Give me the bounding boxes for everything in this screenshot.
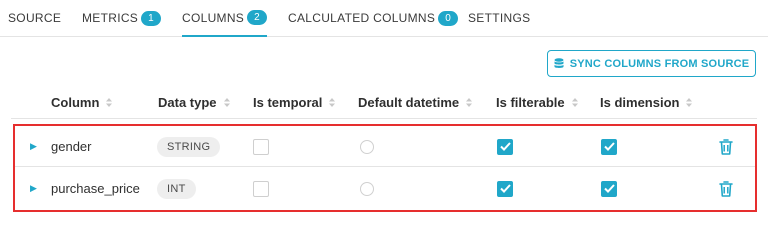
is-dimension-checkbox[interactable] — [601, 180, 617, 197]
trash-icon — [719, 138, 733, 155]
tab-calculated-columns-label: CALCULATED COLUMNS — [288, 11, 436, 25]
header-column[interactable]: Column — [51, 87, 113, 117]
tab-settings-label: SETTINGS — [468, 11, 531, 25]
tab-columns[interactable]: COLUMNS 2 — [182, 0, 268, 37]
header-is-filterable[interactable]: Is filterable — [496, 87, 578, 117]
header-data-type-label: Data type — [158, 94, 217, 110]
column-name: gender — [51, 139, 92, 154]
header-default-datetime[interactable]: Default datetime — [358, 87, 473, 117]
data-type-pill: INT — [157, 178, 196, 199]
sort-icon — [466, 97, 473, 107]
sync-columns-button[interactable]: SYNC COLUMNS FROM SOURCE — [547, 50, 756, 77]
header-column-label: Column — [51, 94, 100, 110]
tab-calculated-columns[interactable]: CALCULATED COLUMNS 0 — [288, 0, 459, 36]
sort-icon — [106, 97, 113, 107]
expand-row-caret-icon[interactable]: ▶ — [30, 126, 37, 167]
delete-row-button[interactable] — [719, 168, 733, 209]
header-default-datetime-label: Default datetime — [358, 94, 460, 110]
table-row: ▶ purchase_price INT — [15, 168, 755, 209]
default-datetime-radio[interactable] — [360, 139, 374, 154]
header-is-filterable-label: Is filterable — [496, 94, 565, 110]
tab-metrics-count-badge: 1 — [141, 10, 162, 26]
data-type-pill: STRING — [157, 136, 221, 157]
header-data-type[interactable]: Data type — [158, 87, 230, 117]
tab-settings[interactable]: SETTINGS — [468, 0, 530, 36]
is-temporal-checkbox[interactable] — [253, 180, 269, 197]
sync-columns-button-label: SYNC COLUMNS FROM SOURCE — [569, 57, 750, 70]
tab-columns-label: COLUMNS — [182, 10, 245, 25]
trash-icon — [719, 180, 733, 197]
tab-source-label: SOURCE — [8, 11, 62, 25]
tab-source[interactable]: SOURCE — [8, 0, 61, 36]
expand-row-caret-icon[interactable]: ▶ — [30, 168, 37, 209]
column-name: purchase_price — [51, 181, 140, 196]
check-icon — [603, 142, 615, 151]
header-is-temporal[interactable]: Is temporal — [253, 87, 336, 117]
sort-icon — [329, 97, 336, 107]
tab-columns-count-badge: 2 — [247, 10, 268, 25]
datasource-editor: SOURCE METRICS 1 COLUMNS 2 CALCULATED CO… — [0, 0, 768, 247]
database-icon — [554, 57, 564, 68]
sort-icon — [223, 97, 230, 107]
header-is-dimension-label: Is dimension — [600, 94, 680, 110]
table-row: ▶ gender STRING — [15, 126, 755, 167]
tab-metrics[interactable]: METRICS 1 — [82, 0, 162, 36]
header-is-dimension[interactable]: Is dimension — [600, 87, 693, 117]
check-icon — [603, 184, 615, 193]
header-is-temporal-label: Is temporal — [253, 94, 323, 110]
default-datetime-radio[interactable] — [360, 181, 374, 196]
is-temporal-checkbox[interactable] — [253, 138, 269, 155]
highlighted-rows-region: ▶ gender STRING ▶ purchase_price INT — [13, 124, 757, 212]
tab-bar: SOURCE METRICS 1 COLUMNS 2 CALCULATED CO… — [0, 0, 768, 37]
tab-calculated-columns-count-badge: 0 — [438, 10, 459, 26]
check-icon — [499, 184, 511, 193]
sort-icon — [571, 97, 578, 107]
table-header: Column Data type Is temporal Default dat… — [11, 87, 757, 119]
tab-metrics-label: METRICS — [82, 11, 139, 25]
check-icon — [499, 142, 511, 151]
is-filterable-checkbox[interactable] — [497, 138, 513, 155]
delete-row-button[interactable] — [719, 126, 733, 167]
sort-icon — [686, 97, 693, 107]
is-filterable-checkbox[interactable] — [497, 180, 513, 197]
is-dimension-checkbox[interactable] — [601, 138, 617, 155]
